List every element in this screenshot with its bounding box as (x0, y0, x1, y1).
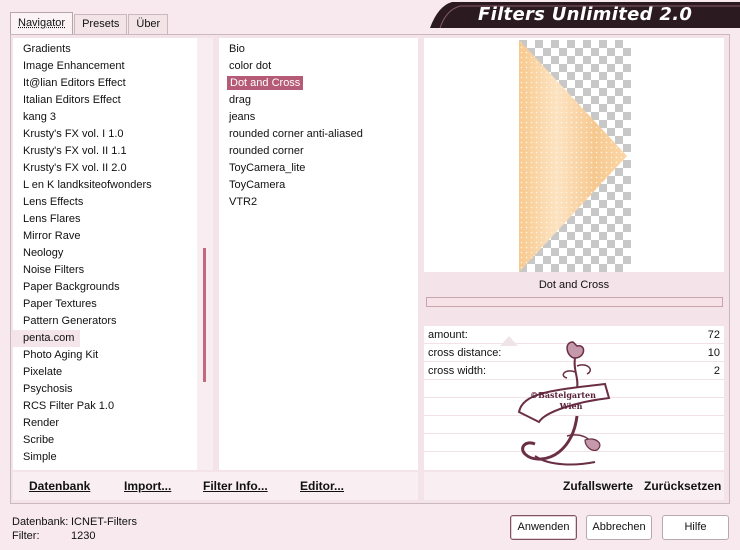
preview-filter-name: Dot and Cross (424, 274, 724, 296)
help-button[interactable]: Hilfe (662, 515, 729, 540)
filter-item[interactable]: drag (219, 92, 418, 109)
tab-bar: Navigator Presets Über (10, 12, 169, 35)
svg-text:©Bastelgarten: ©Bastelgarten (530, 390, 596, 400)
category-item[interactable]: penta.com (13, 330, 81, 347)
filter-item[interactable]: jeans (219, 109, 418, 126)
apply-button[interactable]: Anwenden (510, 515, 577, 540)
tab-presets[interactable]: Presets (74, 14, 128, 35)
database-label: Datenbank: (12, 516, 69, 528)
category-item[interactable]: Neology (13, 245, 197, 262)
category-item[interactable]: Krusty's FX vol. II 1.1 (13, 143, 197, 160)
filter-item[interactable]: Bio (219, 41, 418, 58)
category-item[interactable]: Lens Effects (13, 194, 197, 211)
editor-link[interactable]: Editor... (300, 479, 344, 493)
filter-count-label: Filter: (12, 530, 40, 542)
filter-info-link[interactable]: Filter Info... (203, 479, 268, 493)
category-item[interactable]: Paper Textures (13, 296, 197, 313)
category-item[interactable]: Lens Flares (13, 211, 197, 228)
category-item[interactable]: Gradients (13, 41, 197, 58)
filter-item[interactable]: ToyCamera_lite (219, 160, 418, 177)
database-value: ICNET-Filters (71, 516, 137, 528)
title-banner: Filters Unlimited 2.0 (430, 2, 740, 28)
filter-item[interactable]: VTR2 (219, 194, 418, 211)
reset-link[interactable]: Zurücksetzen (644, 479, 721, 493)
category-item[interactable]: Paper Backgrounds (13, 279, 197, 296)
filter-item[interactable]: ToyCamera (219, 177, 418, 194)
app-title: Filters Unlimited 2.0 (478, 4, 693, 25)
svg-text:Wien: Wien (559, 401, 583, 411)
category-item[interactable]: Pattern Generators (13, 313, 197, 330)
filter-item[interactable]: color dot (219, 58, 418, 75)
filter-count-value: 1230 (71, 530, 96, 542)
category-item[interactable]: Psychosis (13, 381, 197, 398)
filter-item[interactable]: rounded corner anti-aliased (219, 126, 418, 143)
preview-area (424, 38, 724, 272)
import-link[interactable]: Import... (124, 479, 171, 493)
category-item[interactable]: L en K landksiteofwonders (13, 177, 197, 194)
category-item[interactable]: kang 3 (13, 109, 197, 126)
category-item[interactable]: Image Enhancement (13, 58, 197, 75)
category-item[interactable]: Render (13, 415, 197, 432)
filter-list[interactable]: Bio color dot Dot and Cross drag jeans rounde… (219, 38, 418, 470)
category-item[interactable]: RCS Filter Pak 1.0 (13, 398, 197, 415)
tab-uber[interactable]: Über (128, 14, 169, 35)
database-link[interactable]: Datenbank (29, 479, 90, 493)
preview-image (519, 40, 631, 272)
progress-bar (426, 297, 723, 307)
category-item[interactable]: Noise Filters (13, 262, 197, 279)
filter-item[interactable]: Dot and Cross (219, 75, 418, 92)
category-list[interactable]: Gradients Image Enhancement It@lian Editor… (13, 38, 197, 470)
category-item[interactable]: Italian Editors Effect (13, 92, 197, 109)
tab-navigator[interactable]: Navigator (10, 12, 74, 35)
cancel-button[interactable]: Abbrechen (586, 515, 652, 540)
category-item[interactable]: Pixelate (13, 364, 197, 381)
scrollbar-thumb[interactable] (203, 248, 206, 382)
bastelgarten-watermark-logo: ©Bastelgarten Wien (517, 341, 611, 466)
category-item[interactable]: Krusty's FX vol. I 1.0 (13, 126, 197, 143)
random-values-link[interactable]: Zufallswerte (563, 479, 633, 493)
category-item[interactable]: Photo Aging Kit (13, 347, 197, 364)
category-item[interactable]: Scribe (13, 432, 197, 449)
category-item[interactable]: Simple (13, 449, 197, 466)
category-item[interactable]: Mirror Rave (13, 228, 197, 245)
filter-item[interactable]: rounded corner (219, 143, 418, 160)
category-item[interactable]: It@lian Editors Effect (13, 75, 197, 92)
category-scrollbar[interactable] (197, 38, 213, 470)
category-item[interactable]: Krusty's FX vol. II 2.0 (13, 160, 197, 177)
